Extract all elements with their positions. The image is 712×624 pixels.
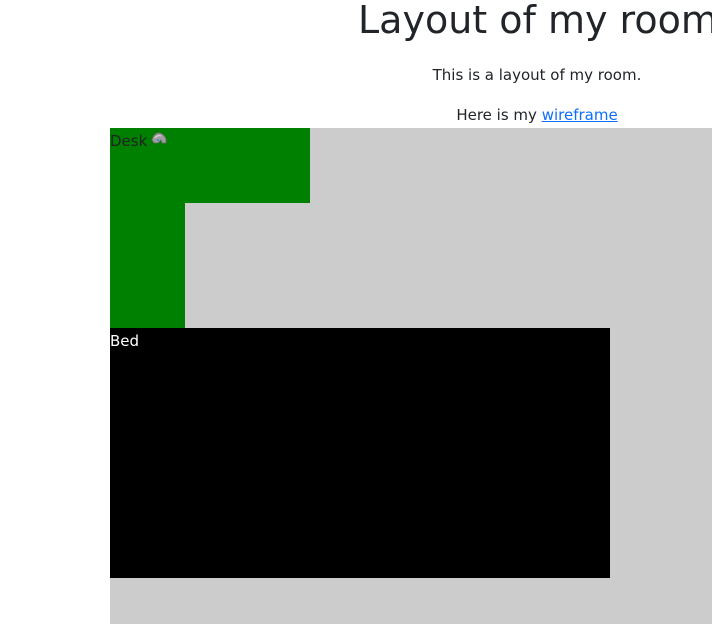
desk-side-section [110,203,185,328]
wireframe-line: Here is my wireframe [181,105,712,125]
room-layout: Desk Bed [110,128,712,624]
intro-text: This is a layout of my room. [432,66,642,84]
broken-image-icon [151,132,167,144]
wireframe-link[interactable]: wireframe [542,106,618,124]
wireframe-prefix: Here is my [456,106,542,124]
desk-label: Desk [110,132,148,150]
page-header: Layout of my room [358,0,712,40]
bed: Bed [110,328,610,578]
page: Layout of my room This is a layout of my… [0,0,712,624]
desk-top-section: Desk [110,128,310,203]
bed-label: Bed [110,332,140,350]
page-title: Layout of my room [358,0,712,42]
